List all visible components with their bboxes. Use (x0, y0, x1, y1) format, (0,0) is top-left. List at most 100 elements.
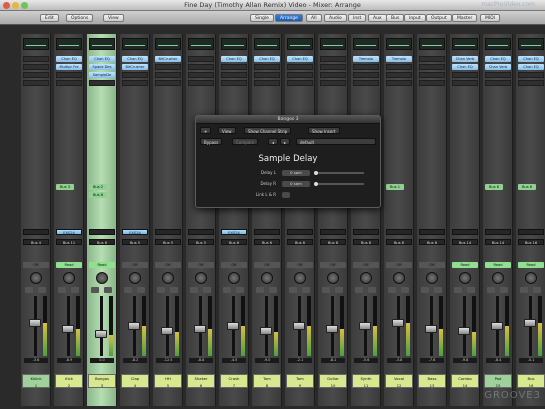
volume-fader[interactable] (128, 322, 140, 330)
automation-mode[interactable]: Off (188, 262, 214, 268)
volume-fader[interactable] (392, 319, 404, 327)
view-menu[interactable]: View (103, 14, 124, 22)
volume-fader[interactable] (62, 325, 74, 333)
filter-all[interactable]: All (306, 14, 322, 22)
insert-slot[interactable] (221, 80, 247, 86)
insert-slot[interactable] (419, 80, 445, 86)
options-menu[interactable]: Options (66, 14, 94, 22)
channel-strip[interactable]: Chan EQ EXS24 Bus 6 Off -4.5 Crash 7 (219, 34, 249, 406)
output-slot[interactable]: Bus 6 (221, 239, 247, 245)
volume-fader[interactable] (524, 319, 536, 327)
insert-slot[interactable] (254, 80, 280, 86)
insert-slot[interactable] (287, 64, 313, 70)
output-slot[interactable]: Bus 14 (452, 239, 478, 245)
automation-mode[interactable]: Off (155, 262, 181, 268)
volume-fader-track[interactable] (463, 296, 466, 356)
automation-mode[interactable]: Read (89, 262, 115, 268)
output-slot[interactable]: Bus 6 (254, 239, 280, 245)
mute-button[interactable] (322, 287, 330, 293)
volume-fader[interactable] (326, 325, 338, 333)
insert-slot[interactable] (155, 64, 181, 70)
channel-strip[interactable]: Chan EQ Bus 6 Off -9.0 Tom 8 (252, 34, 282, 406)
mute-button[interactable] (190, 287, 198, 293)
pan-knob[interactable] (360, 272, 372, 284)
insert-slot[interactable] (386, 64, 412, 70)
solo-button[interactable] (368, 287, 376, 293)
insert-slot[interactable] (122, 72, 148, 78)
link-param[interactable]: Link L & R (226, 192, 366, 198)
track-name[interactable]: Bongos 3 (88, 374, 116, 388)
input-slot[interactable]: EXS24 (221, 229, 247, 235)
insert-slot[interactable] (287, 72, 313, 78)
insert-slot[interactable] (419, 72, 445, 78)
show-channel-strip-menu[interactable]: Show Channel Strip (244, 127, 292, 134)
insert-plugin[interactable]: Chan EQ (287, 56, 313, 62)
mute-button[interactable] (520, 287, 528, 293)
solo-button[interactable] (269, 287, 277, 293)
automation-mode[interactable]: Off (353, 262, 379, 268)
input-slot[interactable] (23, 229, 49, 235)
preset-menu[interactable]: default (296, 138, 376, 145)
channel-strip[interactable]: Chan Verb Chan EQ Bus 14 Read -9.8 Combo 14 (450, 34, 480, 406)
insert-slot[interactable] (386, 80, 412, 86)
solo-button[interactable] (335, 287, 343, 293)
insert-plugin[interactable]: Tremolo (386, 56, 412, 62)
automation-mode[interactable]: Off (287, 262, 313, 268)
delay-left-slider[interactable] (314, 171, 318, 175)
track-name[interactable]: Guitar 10 (319, 374, 347, 388)
channel-strip[interactable]: Chan EQ BitCrusher EXS24 Bus 5 Off -8.2 Clap 4 (120, 34, 150, 406)
automation-mode[interactable]: Off (419, 262, 445, 268)
insert-slot[interactable] (386, 72, 412, 78)
output-slot[interactable]: Bus 8 (353, 239, 379, 245)
filter-single[interactable]: Single (250, 14, 274, 22)
output-slot[interactable]: Bus 16 (518, 239, 544, 245)
filter-input[interactable]: Input (404, 14, 426, 22)
automation-mode[interactable]: Read (518, 262, 544, 268)
pan-knob[interactable] (129, 272, 141, 284)
insert-plugin[interactable]: BitCrusher (122, 64, 148, 70)
solo-button[interactable] (467, 287, 475, 293)
channel-strip[interactable]: Chan EQ Bus 6 Off -2.1 Tom 9 (285, 34, 315, 406)
send-slot[interactable]: Bus 6 (485, 184, 503, 190)
automation-mode[interactable]: Off (23, 262, 49, 268)
track-name[interactable]: Tom 9 (286, 374, 314, 388)
output-slot[interactable]: Bus 4 (23, 239, 49, 245)
eq-thumbnail[interactable] (287, 38, 313, 50)
output-slot[interactable]: Bus 8 (419, 239, 445, 245)
volume-fader[interactable] (161, 327, 173, 335)
delay-left-param[interactable]: Delay L 0 sam (226, 170, 366, 176)
volume-fader-track[interactable] (166, 296, 169, 356)
automation-mode[interactable]: Off (320, 262, 346, 268)
delay-left-value[interactable]: 0 sam (282, 170, 310, 176)
track-name[interactable]: Pad 15 (484, 374, 512, 388)
pan-knob[interactable] (228, 272, 240, 284)
track-name[interactable]: Combo 14 (451, 374, 479, 388)
mute-button[interactable] (124, 287, 132, 293)
mute-button[interactable] (454, 287, 462, 293)
track-name[interactable]: Shaker 6 (187, 374, 215, 388)
volume-fader[interactable] (491, 322, 503, 330)
filter-bus[interactable]: Bus (386, 14, 405, 22)
edit-menu[interactable]: Edit (40, 14, 59, 22)
eq-thumbnail[interactable] (518, 38, 544, 50)
pan-knob[interactable] (426, 272, 438, 284)
output-slot[interactable]: Bus 8 (320, 239, 346, 245)
filter-master[interactable]: Master (452, 14, 478, 22)
preset-next-button[interactable]: ▸ (280, 138, 291, 145)
insert-slot[interactable] (353, 64, 379, 70)
output-slot[interactable]: Bus 6 (287, 239, 313, 245)
eq-thumbnail[interactable] (155, 38, 181, 50)
solo-button[interactable] (401, 287, 409, 293)
insert-plugin[interactable]: Chan EQ (89, 56, 115, 62)
output-slot[interactable]: Bus 11 (56, 239, 82, 245)
input-slot[interactable] (287, 229, 313, 235)
pan-knob[interactable] (96, 272, 108, 284)
send-slot[interactable]: Bus 6 (518, 184, 536, 190)
solo-button[interactable] (203, 287, 211, 293)
volume-fader-track[interactable] (265, 296, 268, 356)
volume-fader[interactable] (95, 330, 107, 338)
channel-strip[interactable]: Tremolo Bus 1 Bus 8 Off -3.8 Vocal 12 (384, 34, 414, 406)
input-slot[interactable] (452, 229, 478, 235)
insert-plugin[interactable]: Chan EQ (518, 64, 544, 70)
insert-plugin[interactable]: Chan EQ (221, 56, 247, 62)
